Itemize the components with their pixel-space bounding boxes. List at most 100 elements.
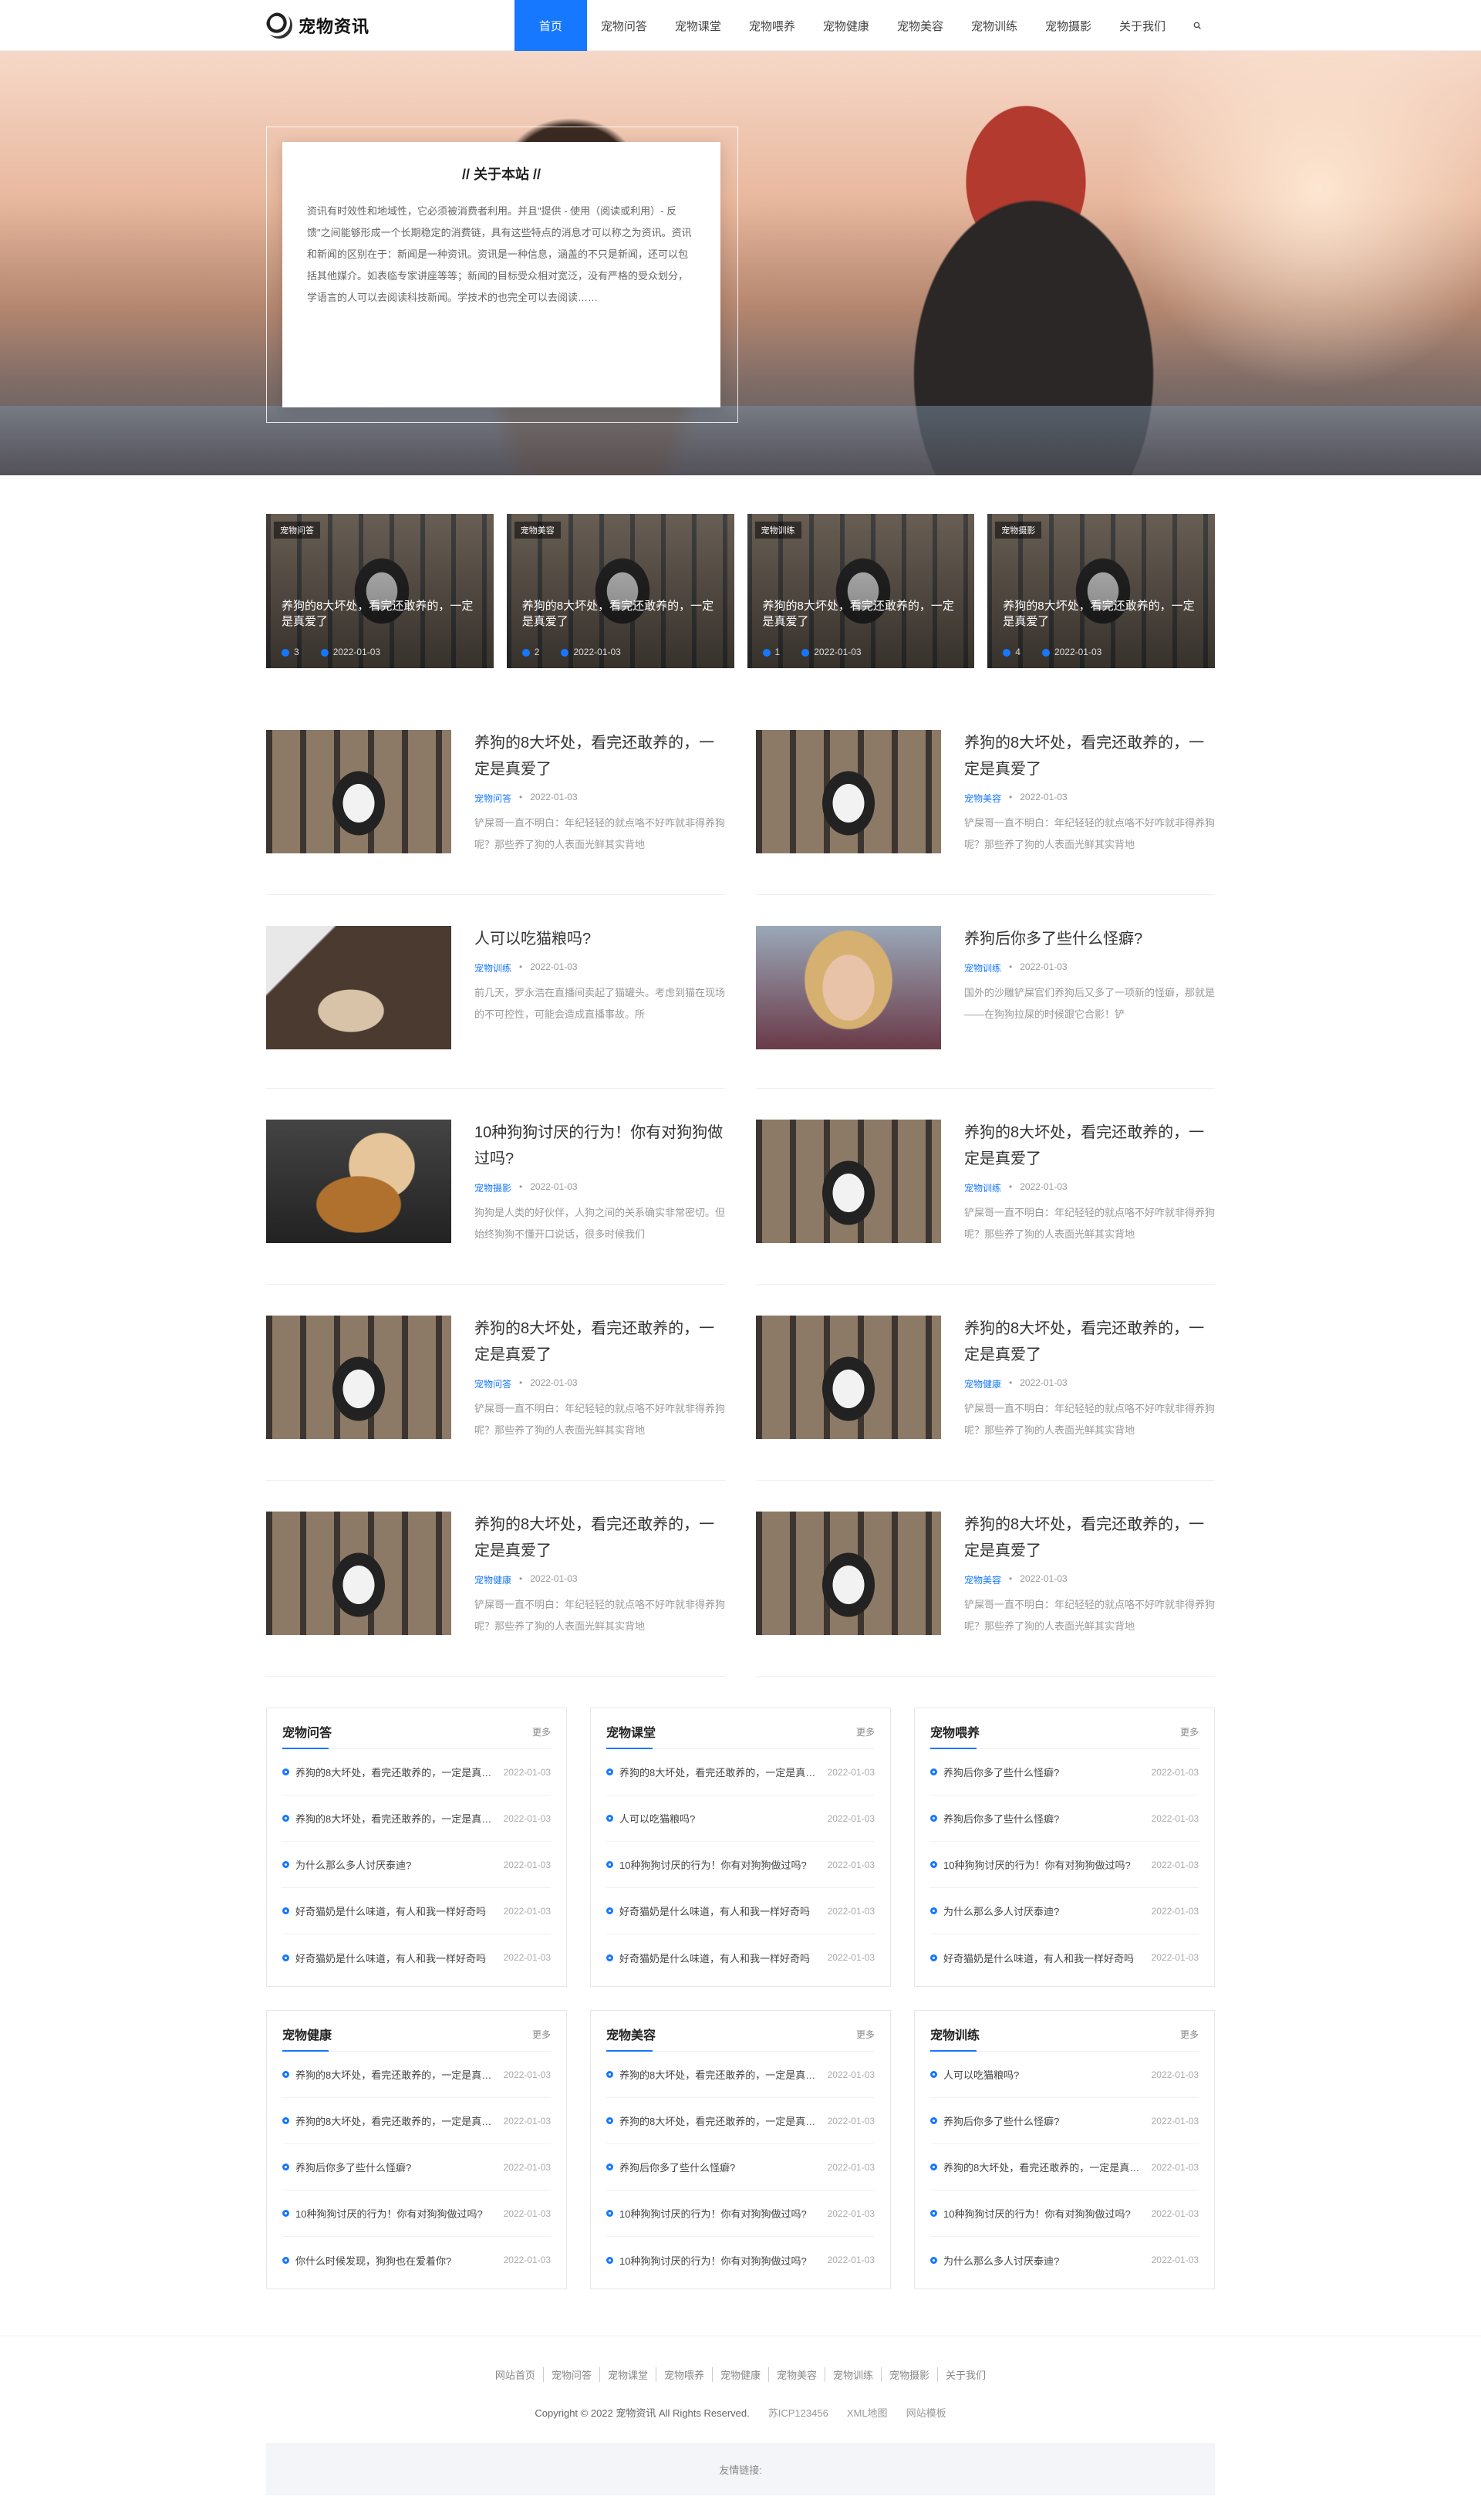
article-thumbnail[interactable] xyxy=(756,730,941,853)
nav-item-class[interactable]: 宠物课堂 xyxy=(661,0,735,51)
list-item-title[interactable]: 养狗的8大坏处，看完还敢养的，一定是真爱了 xyxy=(295,1811,504,1826)
list-item-title[interactable]: 养狗的8大坏处，看完还敢养的，一定是真爱了 xyxy=(295,2113,504,2128)
more-link[interactable]: 更多 xyxy=(856,1725,875,1738)
article-thumbnail[interactable] xyxy=(266,1512,451,1635)
list-item-title[interactable]: 养狗后你多了些什么怪癖? xyxy=(943,2113,1152,2128)
list-item[interactable]: 好奇猫奶是什么味道，有人和我一样好奇吗 2022-01-03 xyxy=(930,1934,1199,1981)
featured-title[interactable]: 养狗的8大坏处，看完还敢养的，一定是真爱了 xyxy=(1003,599,1199,630)
box-title[interactable]: 宠物健康 xyxy=(282,2025,332,2043)
box-title[interactable]: 宠物美容 xyxy=(606,2025,656,2043)
featured-tag[interactable]: 宠物训练 xyxy=(754,522,801,539)
featured-tag[interactable]: 宠物摄影 xyxy=(995,522,1042,539)
list-item-title[interactable]: 人可以吃猫粮吗? xyxy=(619,1811,828,1826)
article-item[interactable]: 养狗的8大坏处，看完还敢养的，一定是真爱了 宠物健康 • 2022-01-03 铲屎… xyxy=(266,1512,725,1677)
featured-tag[interactable]: 宠物问答 xyxy=(274,522,320,539)
article-thumbnail[interactable] xyxy=(266,1120,451,1243)
article-category[interactable]: 宠物训练 xyxy=(474,961,511,975)
list-item-title[interactable]: 养狗的8大坏处，看完还敢养的，一定是真爱了 xyxy=(619,1765,828,1779)
list-item[interactable]: 为什么那么多人讨厌泰迪? 2022-01-03 xyxy=(930,1888,1199,1934)
list-item[interactable]: 人可以吃猫粮吗? 2022-01-03 xyxy=(606,1795,875,1842)
box-title[interactable]: 宠物喂养 xyxy=(930,1722,980,1741)
list-item[interactable]: 为什么那么多人讨厌泰迪? 2022-01-03 xyxy=(282,1842,551,1888)
list-item[interactable]: 养狗的8大坏处，看完还敢养的，一定是真爱了 2022-01-03 xyxy=(282,2098,551,2144)
article-title[interactable]: 养狗的8大坏处，看完还敢养的，一定是真爱了 xyxy=(964,1316,1215,1368)
list-item[interactable]: 养狗后你多了些什么怪癖? 2022-01-03 xyxy=(282,2144,551,2191)
article-thumbnail[interactable] xyxy=(266,1316,451,1439)
list-item[interactable]: 养狗的8大坏处，看完还敢养的，一定是真爱了 2022-01-03 xyxy=(930,2144,1199,2191)
article-category[interactable]: 宠物训练 xyxy=(964,1181,1001,1194)
search-button[interactable] xyxy=(1179,0,1215,51)
list-item-title[interactable]: 养狗后你多了些什么怪癖? xyxy=(943,1811,1152,1826)
nav-item-photography[interactable]: 宠物摄影 xyxy=(1031,0,1105,51)
article-item[interactable]: 养狗的8大坏处，看完还敢养的，一定是真爱了 宠物美容 • 2022-01-03 铲屎… xyxy=(756,730,1215,895)
list-item[interactable]: 养狗后你多了些什么怪癖? 2022-01-03 xyxy=(930,2098,1199,2144)
footer-link[interactable]: 宠物训练 xyxy=(825,2367,882,2382)
more-link[interactable]: 更多 xyxy=(1180,2028,1199,2041)
nav-item-qa[interactable]: 宠物问答 xyxy=(587,0,661,51)
article-title[interactable]: 养狗的8大坏处，看完还敢养的，一定是真爱了 xyxy=(474,1512,725,1564)
featured-card[interactable]: 宠物问答 养狗的8大坏处，看完还敢养的，一定是真爱了 3 2022-01-03 xyxy=(266,514,494,668)
article-title[interactable]: 10种狗狗讨厌的行为！你有对狗狗做过吗? xyxy=(474,1120,725,1172)
list-item-title[interactable]: 养狗的8大坏处，看完还敢养的，一定是真爱了 xyxy=(295,2067,504,2082)
list-item-title[interactable]: 为什么那么多人讨厌泰迪? xyxy=(295,1857,504,1872)
list-item-title[interactable]: 10种狗狗讨厌的行为！你有对狗狗做过吗? xyxy=(943,1857,1152,1872)
featured-card[interactable]: 宠物训练 养狗的8大坏处，看完还敢养的，一定是真爱了 1 2022-01-03 xyxy=(747,514,975,668)
nav-item-training[interactable]: 宠物训练 xyxy=(957,0,1031,51)
article-thumbnail[interactable] xyxy=(266,926,451,1049)
list-item[interactable]: 养狗的8大坏处，看完还敢养的，一定是真爱了 2022-01-03 xyxy=(282,1795,551,1842)
article-title[interactable]: 养狗的8大坏处，看完还敢养的，一定是真爱了 xyxy=(964,730,1215,782)
article-item[interactable]: 人可以吃猫粮吗? 宠物训练 • 2022-01-03 前几天，罗永浩在直播间卖起了猫… xyxy=(266,926,725,1089)
footer-link[interactable]: 网站首页 xyxy=(487,2367,544,2382)
more-link[interactable]: 更多 xyxy=(856,2028,875,2041)
more-link[interactable]: 更多 xyxy=(1180,1725,1199,1738)
article-category[interactable]: 宠物美容 xyxy=(964,792,1001,805)
list-item-title[interactable]: 养狗的8大坏处，看完还敢养的，一定是真爱了 xyxy=(619,2067,828,2082)
list-item-title[interactable]: 养狗后你多了些什么怪癖? xyxy=(943,1765,1152,1779)
list-item[interactable]: 养狗后你多了些什么怪癖? 2022-01-03 xyxy=(930,1749,1199,1795)
list-item-title[interactable]: 养狗后你多了些什么怪癖? xyxy=(295,2160,504,2174)
list-item[interactable]: 10种狗狗讨厌的行为！你有对狗狗做过吗? 2022-01-03 xyxy=(930,1842,1199,1888)
featured-title[interactable]: 养狗的8大坏处，看完还敢养的，一定是真爱了 xyxy=(763,599,960,630)
list-item[interactable]: 养狗后你多了些什么怪癖? 2022-01-03 xyxy=(930,1795,1199,1842)
footer-link[interactable]: 关于我们 xyxy=(938,2367,994,2382)
featured-title[interactable]: 养狗的8大坏处，看完还敢养的，一定是真爱了 xyxy=(522,599,719,630)
article-item[interactable]: 养狗的8大坏处，看完还敢养的，一定是真爱了 宠物训练 • 2022-01-03 铲屎… xyxy=(756,1120,1215,1285)
footer-link[interactable]: 宠物课堂 xyxy=(600,2367,656,2382)
list-item-title[interactable]: 你什么时候发现，狗狗也在爱着你? xyxy=(295,2253,504,2268)
list-item-title[interactable]: 10种狗狗讨厌的行为！你有对狗狗做过吗? xyxy=(943,2206,1152,2221)
article-category[interactable]: 宠物美容 xyxy=(964,1573,1001,1586)
more-link[interactable]: 更多 xyxy=(532,1725,551,1738)
list-item-title[interactable]: 10种狗狗讨厌的行为！你有对狗狗做过吗? xyxy=(619,2206,828,2221)
article-title[interactable]: 养狗的8大坏处，看完还敢养的，一定是真爱了 xyxy=(964,1120,1215,1172)
more-link[interactable]: 更多 xyxy=(532,2028,551,2041)
list-item-title[interactable]: 为什么那么多人讨厌泰迪? xyxy=(943,2253,1152,2268)
article-thumbnail[interactable] xyxy=(756,1512,941,1635)
icp-link[interactable]: 苏ICP123456 xyxy=(768,2405,828,2420)
footer-link[interactable]: 宠物健康 xyxy=(713,2367,769,2382)
list-item[interactable]: 养狗的8大坏处，看完还敢养的，一定是真爱了 2022-01-03 xyxy=(282,2052,551,2098)
article-item[interactable]: 养狗的8大坏处，看完还敢养的，一定是真爱了 宠物问答 • 2022-01-03 铲屎… xyxy=(266,730,725,895)
template-link[interactable]: 网站模板 xyxy=(906,2405,946,2420)
nav-item-about[interactable]: 关于我们 xyxy=(1105,0,1179,51)
featured-card[interactable]: 宠物美容 养狗的8大坏处，看完还敢养的，一定是真爱了 2 2022-01-03 xyxy=(506,514,734,668)
list-item-title[interactable]: 好奇猫奶是什么味道，有人和我一样好奇吗 xyxy=(295,1951,504,1965)
list-item-title[interactable]: 养狗的8大坏处，看完还敢养的，一定是真爱了 xyxy=(295,1765,504,1779)
article-item[interactable]: 养狗的8大坏处，看完还敢养的，一定是真爱了 宠物健康 • 2022-01-03 铲屎… xyxy=(756,1316,1215,1481)
featured-title[interactable]: 养狗的8大坏处，看完还敢养的，一定是真爱了 xyxy=(282,599,478,630)
list-item[interactable]: 10种狗狗讨厌的行为！你有对狗狗做过吗? 2022-01-03 xyxy=(606,2237,875,2283)
list-item[interactable]: 养狗的8大坏处，看完还敢养的，一定是真爱了 2022-01-03 xyxy=(606,2052,875,2098)
article-thumbnail[interactable] xyxy=(756,1120,941,1243)
article-category[interactable]: 宠物问答 xyxy=(474,1377,511,1390)
list-item-title[interactable]: 养狗后你多了些什么怪癖? xyxy=(619,2160,828,2174)
nav-item-health[interactable]: 宠物健康 xyxy=(809,0,883,51)
list-item-title[interactable]: 为什么那么多人讨厌泰迪? xyxy=(943,1904,1152,1918)
nav-item-home[interactable]: 首页 xyxy=(514,0,587,51)
list-item[interactable]: 10种狗狗讨厌的行为！你有对狗狗做过吗? 2022-01-03 xyxy=(930,2191,1199,2237)
list-item[interactable]: 好奇猫奶是什么味道，有人和我一样好奇吗 2022-01-03 xyxy=(282,1888,551,1934)
site-logo[interactable]: 宠物资讯 xyxy=(266,12,369,39)
article-item[interactable]: 10种狗狗讨厌的行为！你有对狗狗做过吗? 宠物摄影 • 2022-01-03 狗狗是… xyxy=(266,1120,725,1285)
box-title[interactable]: 宠物课堂 xyxy=(606,1722,656,1741)
xml-map-link[interactable]: XML地图 xyxy=(847,2405,888,2420)
footer-link[interactable]: 宠物问答 xyxy=(544,2367,600,2382)
nav-item-grooming[interactable]: 宠物美容 xyxy=(883,0,957,51)
